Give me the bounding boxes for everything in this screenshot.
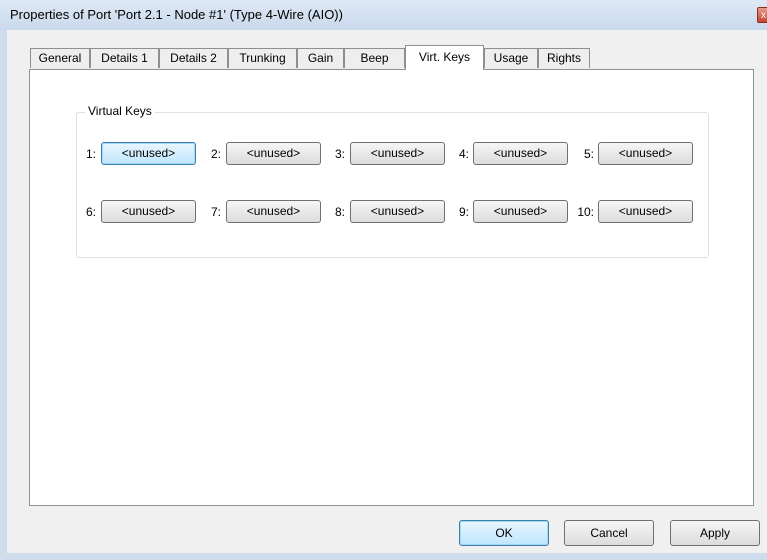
key-3-label: 3:: [334, 147, 345, 161]
key-9-label: 9:: [458, 205, 469, 219]
tab-details-2[interactable]: Details 2: [159, 48, 228, 68]
window-title: Properties of Port 'Port 2.1 - Node #1' …: [10, 7, 343, 22]
tab-general[interactable]: General: [30, 48, 90, 68]
key-10-button[interactable]: <unused>: [598, 200, 693, 223]
key-1-label: 1:: [85, 147, 96, 161]
key-8-button[interactable]: <unused>: [350, 200, 445, 223]
key-7-button[interactable]: <unused>: [226, 200, 321, 223]
tab-trunking[interactable]: Trunking: [228, 48, 297, 68]
ok-button[interactable]: OK: [459, 520, 549, 546]
key-2-label: 2:: [210, 147, 221, 161]
key-5-label: 5:: [583, 147, 594, 161]
key-8-label: 8:: [334, 205, 345, 219]
tab-virt-keys[interactable]: Virt. Keys: [405, 45, 484, 70]
key-4-button[interactable]: <unused>: [473, 142, 568, 165]
key-2-button[interactable]: <unused>: [226, 142, 321, 165]
window-bottom-border: [0, 553, 767, 560]
key-10-label: 10:: [577, 205, 594, 219]
key-6-button[interactable]: <unused>: [101, 200, 196, 223]
key-7-label: 7:: [210, 205, 221, 219]
tab-beep[interactable]: Beep: [344, 48, 405, 68]
virtual-keys-group: [76, 112, 709, 258]
apply-button[interactable]: Apply: [670, 520, 760, 546]
key-6-label: 6:: [85, 205, 96, 219]
close-icon[interactable]: x: [757, 7, 767, 23]
tab-details-1[interactable]: Details 1: [90, 48, 159, 68]
key-9-button[interactable]: <unused>: [473, 200, 568, 223]
tab-gain[interactable]: Gain: [297, 48, 344, 68]
key-1-button[interactable]: <unused>: [101, 142, 196, 165]
virtual-keys-group-title: Virtual Keys: [85, 104, 155, 118]
title-bar: Properties of Port 'Port 2.1 - Node #1' …: [0, 0, 767, 31]
key-4-label: 4:: [458, 147, 469, 161]
tab-rights[interactable]: Rights: [538, 48, 590, 68]
cancel-button[interactable]: Cancel: [564, 520, 654, 546]
tab-usage[interactable]: Usage: [484, 48, 538, 68]
key-3-button[interactable]: <unused>: [350, 142, 445, 165]
key-5-button[interactable]: <unused>: [598, 142, 693, 165]
